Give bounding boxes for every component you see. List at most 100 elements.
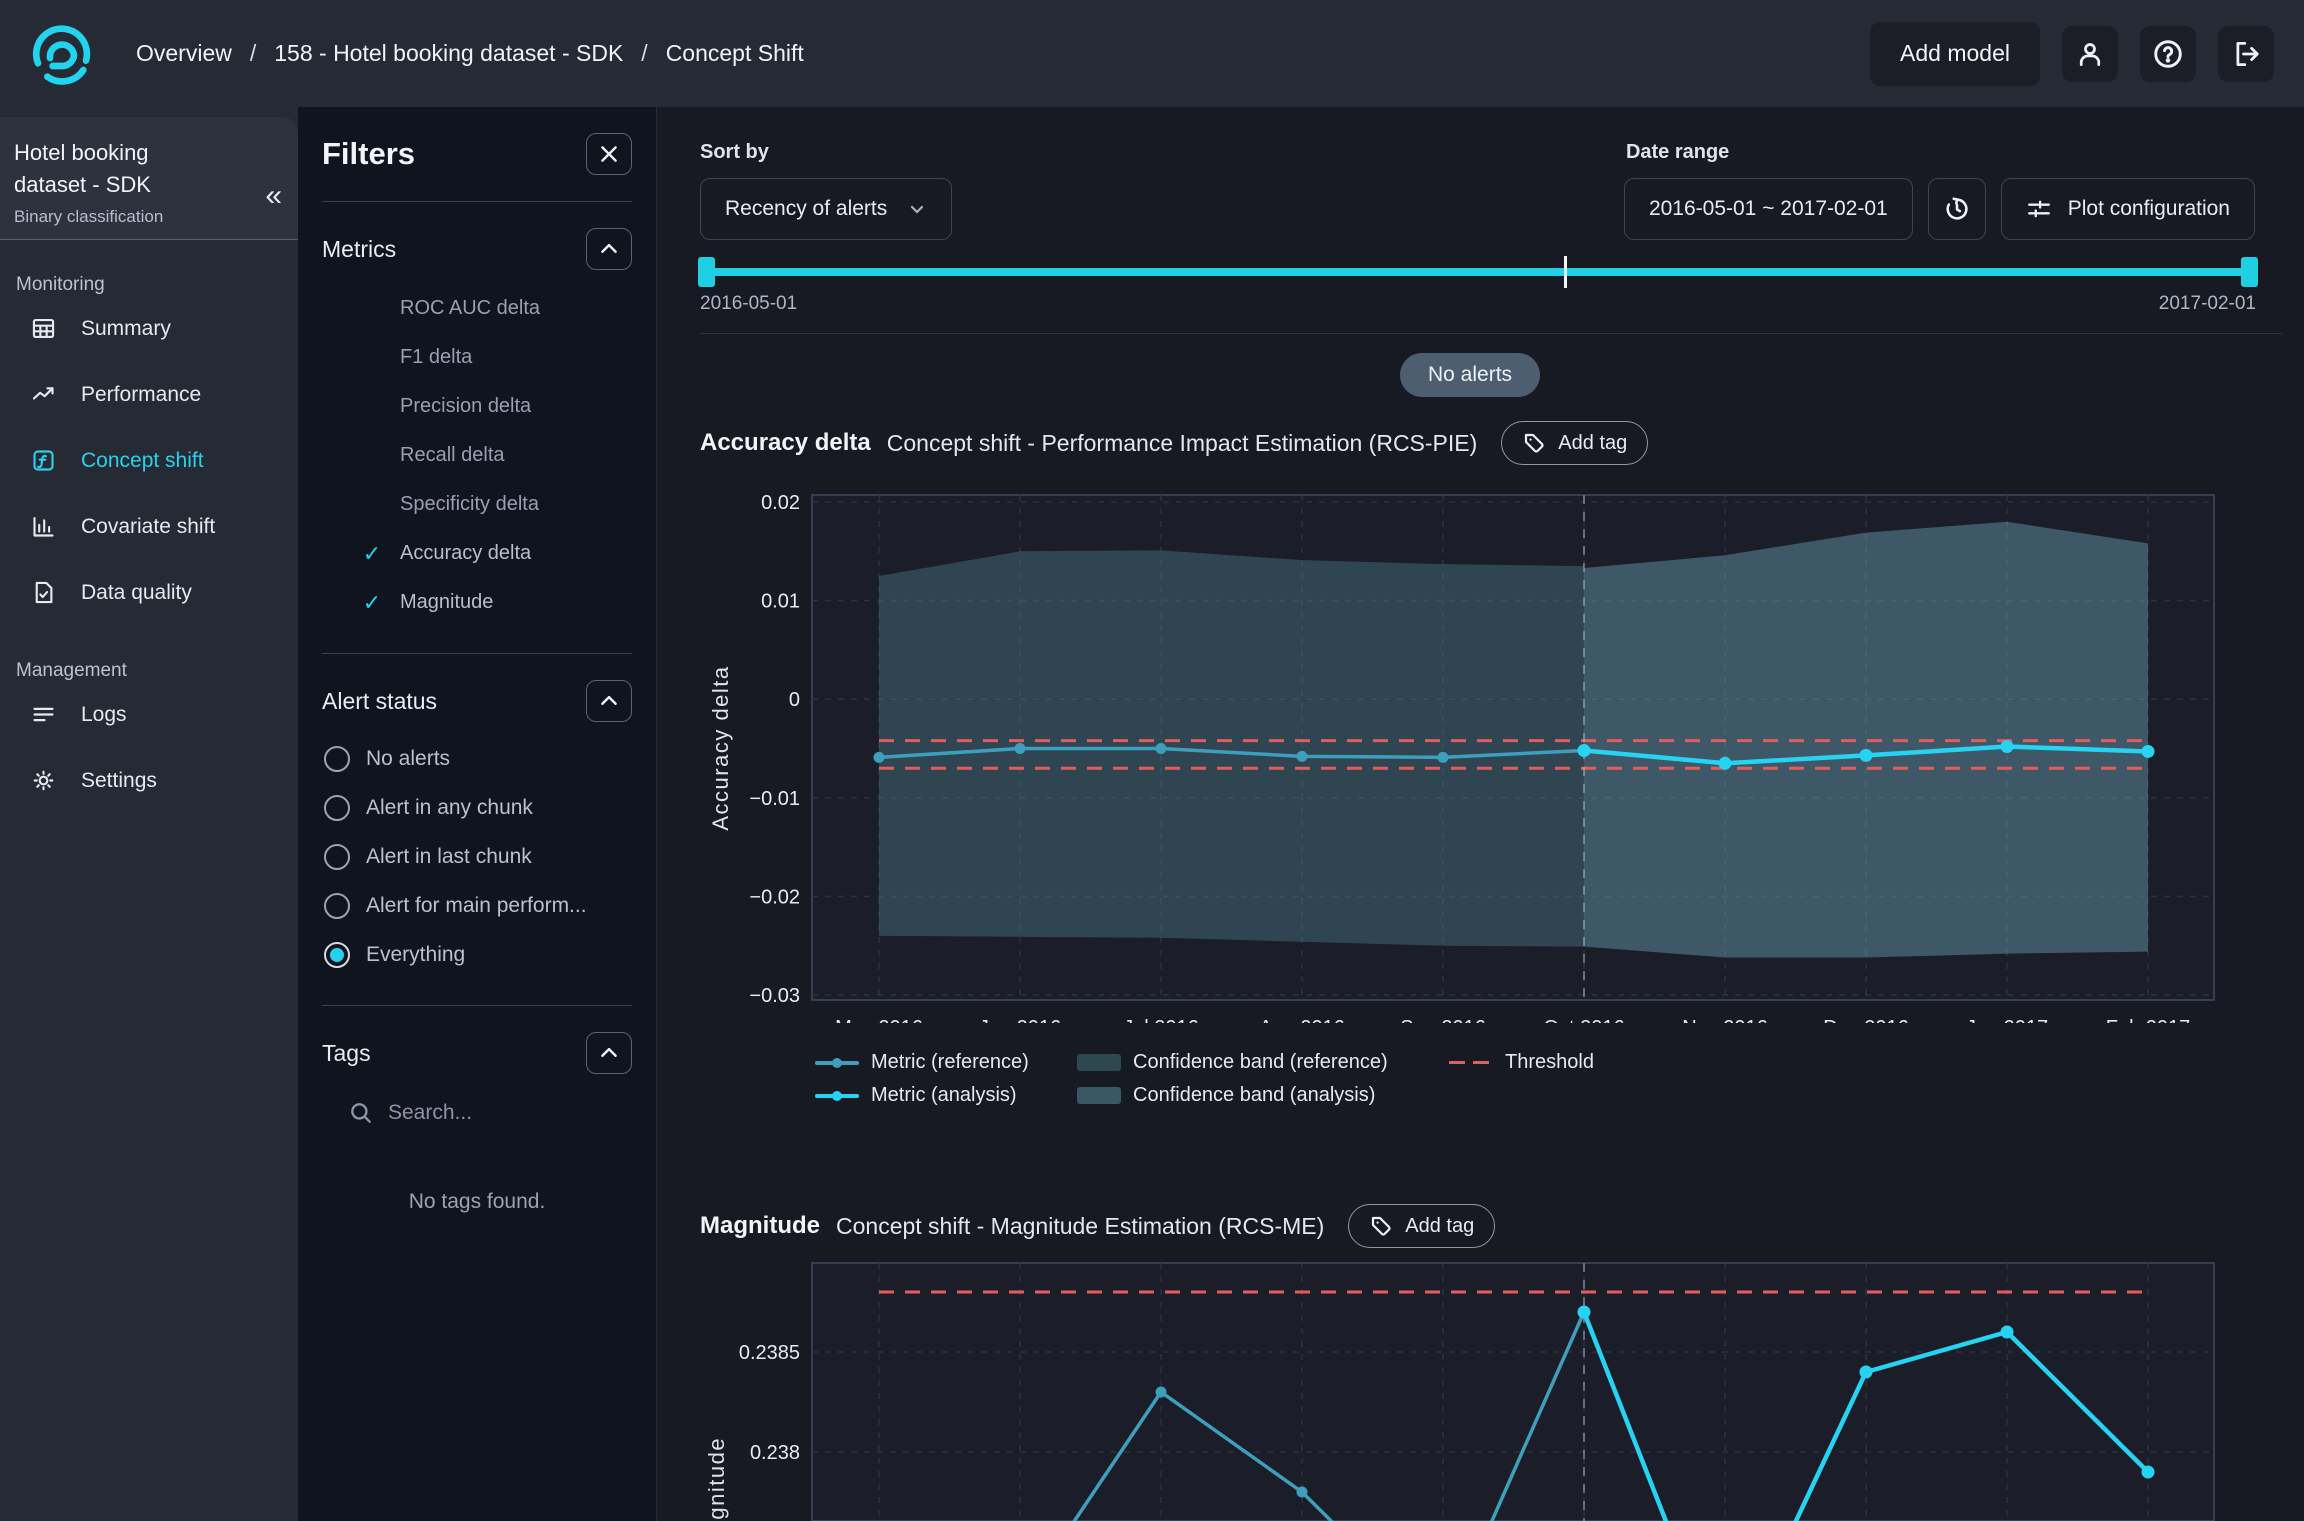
metrics-collapse-button[interactable] <box>586 228 632 270</box>
tags-collapse-button[interactable] <box>586 1032 632 1074</box>
model-card: Hotel booking dataset - SDK « Binary cla… <box>0 117 298 240</box>
date-slider-right-handle[interactable] <box>2241 257 2258 287</box>
tag-icon <box>1522 431 1546 455</box>
date-slider[interactable] <box>700 255 2256 295</box>
divider <box>700 333 2282 334</box>
chart2-add-tag-button[interactable]: Add tag <box>1348 1204 1495 1248</box>
svg-text:0.02: 0.02 <box>761 492 800 514</box>
sidebar-collapse-button[interactable]: « <box>265 181 282 211</box>
sidebar-item-summary[interactable]: Summary <box>0 296 298 362</box>
sidebar-section-management: Management <box>0 660 298 682</box>
svg-text:Nov 2016: Nov 2016 <box>1682 1017 1768 1023</box>
plot-configuration-button[interactable]: Plot configuration <box>2001 178 2255 240</box>
sidebar-item-label: Settings <box>81 769 157 793</box>
legend-item-line-reference[interactable]: Metric (reference) <box>815 1051 1077 1074</box>
breadcrumb-item[interactable]: Concept Shift <box>666 40 804 67</box>
metric-filter-label: F1 delta <box>400 346 472 369</box>
breadcrumb-item[interactable]: 158 - Hotel booking dataset - SDK <box>274 40 623 67</box>
svg-text:−0.02: −0.02 <box>749 886 800 908</box>
radio-icon <box>324 942 350 968</box>
alert-status-option-everything[interactable]: Everything <box>322 930 632 979</box>
close-icon <box>598 143 620 165</box>
breadcrumb-separator: / <box>250 40 256 67</box>
sidebar-item-performance[interactable]: Performance <box>0 362 298 428</box>
alert-status-option-alert-in-last-chunk[interactable]: Alert in last chunk <box>322 832 632 881</box>
date-slider-track[interactable] <box>700 268 2256 276</box>
metric-filter-roc-auc-delta[interactable]: ROC AUC delta <box>322 284 632 333</box>
alert-status-label: Alert in last chunk <box>366 845 532 869</box>
sidebar-item-concept-shift[interactable]: Concept shift <box>0 428 298 494</box>
chevron-up-icon <box>598 1042 620 1064</box>
check-icon: ✓ <box>358 590 386 616</box>
metric-filter-f1-delta[interactable]: F1 delta <box>322 333 632 382</box>
metric-filter-label: Accuracy delta <box>400 542 531 565</box>
filters-close-button[interactable] <box>586 133 632 175</box>
svg-text:0.2385: 0.2385 <box>739 1342 800 1364</box>
svg-text:Jul 2016: Jul 2016 <box>1123 1017 1199 1023</box>
legend-item-line-analysis[interactable]: Metric (analysis) <box>815 1084 1077 1107</box>
alert-status-option-alert-in-any-chunk[interactable]: Alert in any chunk <box>322 783 632 832</box>
help-button[interactable] <box>2140 26 2196 82</box>
svg-text:0.238: 0.238 <box>750 1442 800 1464</box>
radio-icon <box>324 746 350 772</box>
metric-filter-recall-delta[interactable]: Recall delta <box>322 431 632 480</box>
svg-text:Sep 2016: Sep 2016 <box>1400 1017 1486 1023</box>
chevron-down-icon <box>907 199 927 219</box>
svg-text:0: 0 <box>789 689 800 711</box>
logout-icon <box>2231 39 2261 69</box>
chart1-title: Concept shift - Performance Impact Estim… <box>887 430 1478 457</box>
svg-text:Oct 2016: Oct 2016 <box>1543 1017 1624 1023</box>
history-clock-icon <box>1943 195 1971 223</box>
accuracy-delta-chart[interactable]: 0.020.010−0.01−0.02−0.03May 2016Jun 2016… <box>690 478 2237 1023</box>
check-icon: ✓ <box>358 541 386 567</box>
sidebar-item-data-quality[interactable]: Data quality <box>0 560 298 626</box>
tag-icon <box>1369 1214 1393 1238</box>
metric-filter-label: Precision delta <box>400 395 531 418</box>
sort-by-label: Sort by <box>700 141 952 164</box>
svg-text:Magnitude: Magnitude <box>704 1437 729 1521</box>
sort-by-value: Recency of alerts <box>725 197 887 221</box>
no-alerts-badge: No alerts <box>1400 353 1540 397</box>
svg-text:Feb 2017: Feb 2017 <box>2106 1017 2191 1023</box>
alert-status-label: Alert in any chunk <box>366 796 533 820</box>
add-model-button[interactable]: Add model <box>1870 22 2040 86</box>
legend-item-threshold[interactable]: Threshold <box>1449 1051 1594 1074</box>
sidebar-item-label: Concept shift <box>81 449 204 473</box>
metric-filter-specificity-delta[interactable]: Specificity delta <box>322 480 632 529</box>
sidebar-item-settings[interactable]: Settings <box>0 748 298 814</box>
legend-item-band-reference[interactable]: Confidence band (reference) <box>1077 1051 1449 1074</box>
metric-filter-precision-delta[interactable]: Precision delta <box>322 382 632 431</box>
legend-item-band-analysis[interactable]: Confidence band (analysis) <box>1077 1084 1449 1107</box>
sort-by-dropdown[interactable]: Recency of alerts <box>700 178 952 240</box>
breadcrumb-item[interactable]: Overview <box>136 40 232 67</box>
metric-filter-label: Recall delta <box>400 444 505 467</box>
alert-status-label: No alerts <box>366 747 450 771</box>
alert-status-collapse-button[interactable] <box>586 680 632 722</box>
metric-filter-magnitude[interactable]: ✓ Magnitude <box>322 578 632 627</box>
sidebar-item-covariate-shift[interactable]: Covariate shift <box>0 494 298 560</box>
legend-label: Confidence band (analysis) <box>1133 1084 1375 1107</box>
magnitude-chart[interactable]: 0.2385 0.238 Magnitude <box>690 1258 2237 1521</box>
gear-icon <box>30 767 57 794</box>
alert-status-option-alert-for-main-perform-[interactable]: Alert for main perform... <box>322 881 632 930</box>
filters-panel: Filters Metrics ROC AUC deltaF1 deltaPre… <box>298 107 657 1521</box>
date-range-input[interactable]: 2016-05-01 ~ 2017-02-01 <box>1624 178 1913 240</box>
user-button[interactable] <box>2062 26 2118 82</box>
metric-filter-accuracy-delta[interactable]: ✓ Accuracy delta <box>322 529 632 578</box>
slider-end-date: 2017-02-01 <box>2159 293 2256 315</box>
metric-filter-label: Specificity delta <box>400 493 539 516</box>
logout-button[interactable] <box>2218 26 2274 82</box>
chart2-title: Concept shift - Magnitude Estimation (RC… <box>836 1213 1324 1240</box>
metric-filter-label: Magnitude <box>400 591 493 614</box>
svg-text:−0.03: −0.03 <box>749 985 800 1007</box>
sidebar-item-logs[interactable]: Logs <box>0 682 298 748</box>
tags-search-input[interactable] <box>388 1101 588 1125</box>
add-tag-label: Add tag <box>1558 432 1627 455</box>
date-range-reset-button[interactable] <box>1928 178 1986 240</box>
model-name: Hotel booking dataset - SDK <box>14 137 224 201</box>
chart1-add-tag-button[interactable]: Add tag <box>1501 421 1648 465</box>
date-slider-left-handle[interactable] <box>698 257 715 287</box>
alert-status-option-no-alerts[interactable]: No alerts <box>322 734 632 783</box>
alert-status-section-title: Alert status <box>322 688 437 715</box>
sliders-icon <box>2026 196 2052 222</box>
